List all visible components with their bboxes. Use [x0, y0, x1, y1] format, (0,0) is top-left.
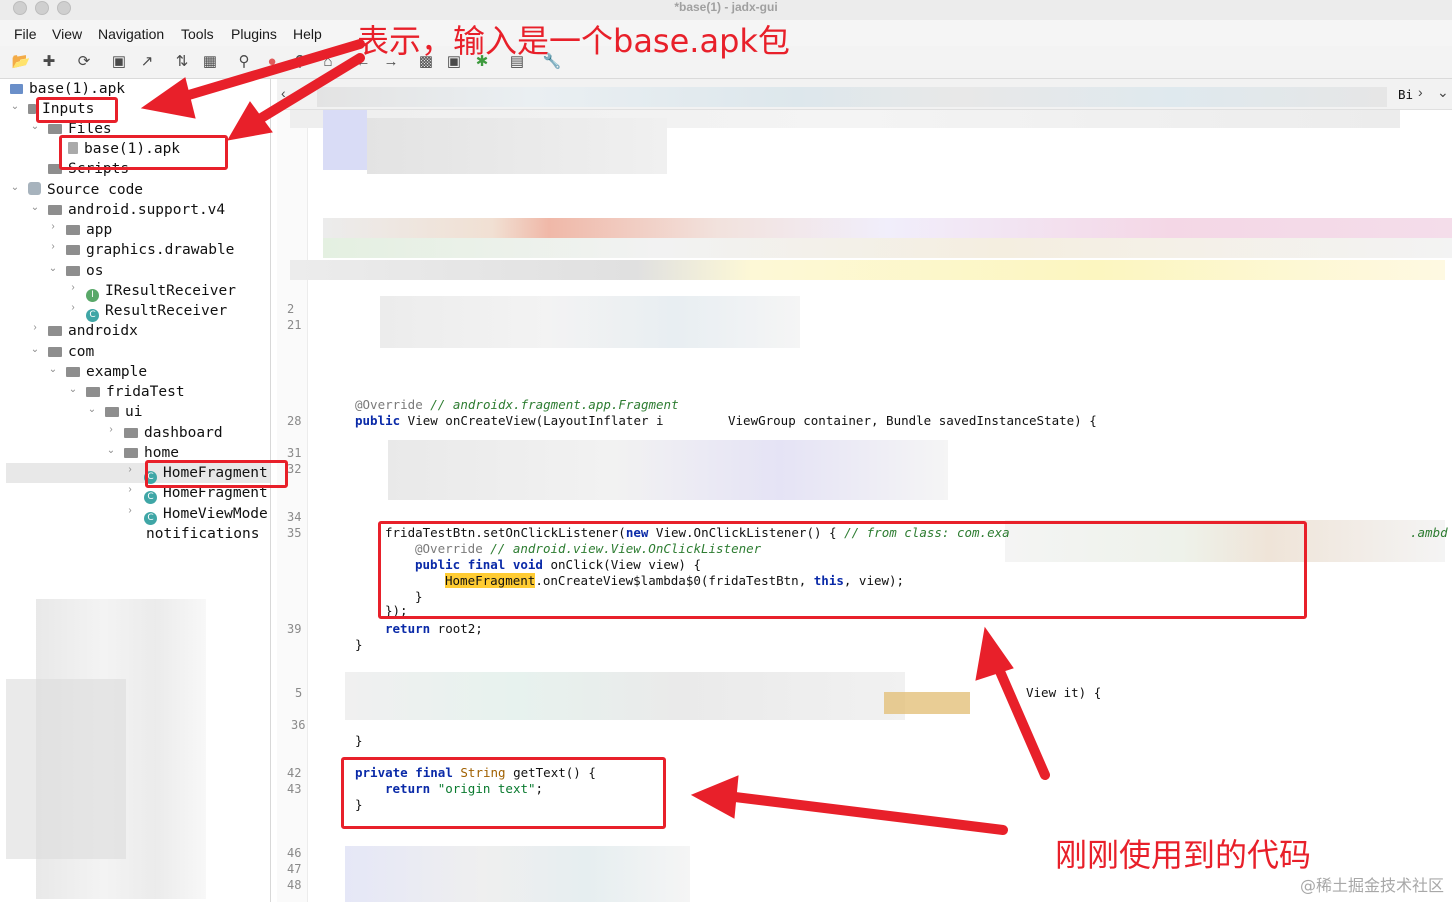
annotation-text-bottom: 刚刚使用到的代码	[1055, 836, 1312, 874]
arrow-head	[975, 626, 1014, 681]
arrow-line	[730, 792, 1008, 835]
annotation-arrows	[140, 39, 1050, 835]
arrow-head	[690, 775, 739, 819]
arrow-line	[990, 655, 1050, 780]
arrow-head	[140, 77, 196, 119]
watermark: @稀土掘金技术社区	[1299, 876, 1444, 895]
annotation-text-top: 表示，输入是一个base.apk包	[357, 22, 790, 60]
